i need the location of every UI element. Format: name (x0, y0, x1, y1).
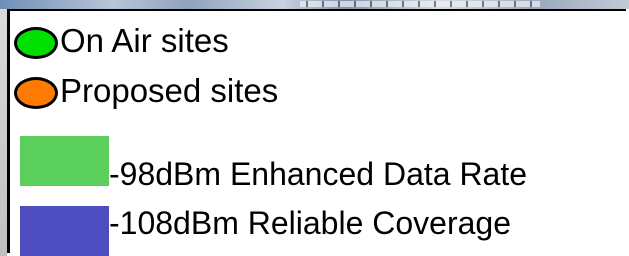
proposed-site-marker-icon (14, 77, 58, 109)
reliable-coverage-swatch (20, 206, 109, 256)
proposed-sites-label: Proposed sites (60, 72, 279, 109)
on-air-site-marker-icon (14, 27, 58, 59)
enhanced-data-rate-label: -98dBm Enhanced Data Rate (109, 156, 528, 192)
legend-shadow (0, 9, 7, 256)
on-air-sites-label: On Air sites (60, 22, 229, 59)
reliable-coverage-label: -108dBm Reliable Coverage (109, 205, 511, 241)
map-background (0, 0, 629, 9)
enhanced-data-rate-swatch (20, 136, 109, 186)
